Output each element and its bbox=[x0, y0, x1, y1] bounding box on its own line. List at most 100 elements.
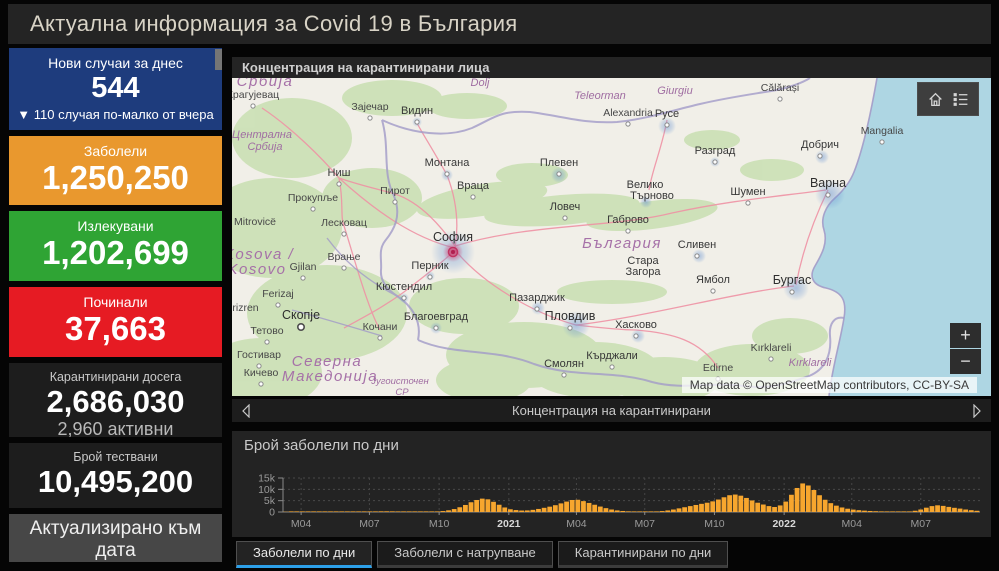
svg-text:Перник: Перник bbox=[411, 260, 448, 272]
svg-text:София: София bbox=[433, 230, 473, 244]
svg-text:10k: 10k bbox=[258, 484, 276, 496]
svg-text:Călărași: Călărași bbox=[761, 82, 800, 94]
map-panel: Концентрация на карантинирани лица Србиј… bbox=[232, 57, 991, 422]
chevron-left-icon[interactable] bbox=[241, 403, 251, 418]
stat-value: 2,686,030 bbox=[46, 383, 185, 419]
legend-icon[interactable] bbox=[952, 91, 969, 108]
chart-bars bbox=[283, 483, 980, 512]
svg-text:Видин: Видин bbox=[401, 105, 433, 117]
svg-text:Кочани: Кочани bbox=[363, 321, 398, 333]
tab-daily-quarantined[interactable]: Карантинирани по дни bbox=[557, 541, 729, 568]
daily-cases-chart-panel: Брой заболели по дни 0 5k 10k 15k M04 M07 M10 2… bbox=[232, 431, 991, 537]
stat-title: Нови случаи за днес bbox=[48, 55, 183, 71]
svg-text:Mitrovicë: Mitrovicë bbox=[234, 216, 276, 228]
svg-text:Врање: Врање bbox=[327, 251, 360, 263]
svg-text:Kırklareli: Kırklareli bbox=[789, 357, 832, 369]
svg-text:Ferizaj: Ferizaj bbox=[262, 288, 294, 300]
svg-text:Прокупље: Прокупље bbox=[288, 192, 338, 204]
map-canvas[interactable]: Србија Крагујевац Зајечар Видин Dolj Teleorma… bbox=[232, 78, 991, 396]
zoom-out-button[interactable]: − bbox=[950, 349, 981, 374]
stat-title: Излекувани bbox=[77, 218, 154, 235]
svg-text:Mangalia: Mangalia bbox=[861, 125, 904, 137]
svg-text:Пловдив: Пловдив bbox=[545, 309, 596, 323]
map-zoom-control: + − bbox=[950, 323, 981, 374]
svg-text:Ловеч: Ловеч bbox=[550, 201, 581, 213]
chart-axes bbox=[278, 477, 980, 515]
svg-text:M10: M10 bbox=[429, 518, 450, 530]
svg-text:Пазарджик: Пазарджик bbox=[509, 292, 565, 304]
svg-text:Гостивар: Гостивар bbox=[237, 349, 281, 361]
chart-tick-labels: 05k10k15k M04 M07 M10 2021 M04 M07 M10 2022 M04 M0… bbox=[258, 473, 931, 531]
svg-text:Кичево: Кичево bbox=[244, 367, 279, 379]
svg-text:Prizren: Prizren bbox=[232, 302, 259, 314]
svg-text:15k: 15k bbox=[258, 473, 276, 485]
tab-daily-cases[interactable]: Заболели по дни bbox=[236, 541, 373, 568]
covid-dashboard: Актуална информация за Covid 19 в Българ… bbox=[0, 0, 999, 571]
svg-text:M04: M04 bbox=[291, 518, 312, 530]
stat-card-updated: Актуализирано към дата 15/09/2022 bbox=[9, 514, 222, 562]
svg-text:Dolj: Dolj bbox=[471, 78, 491, 89]
stat-card-infected: Заболели 1,250,250 bbox=[9, 135, 222, 206]
svg-text:Gjilan: Gjilan bbox=[290, 261, 317, 273]
stat-card-recovered: Излекувани 1,202,699 bbox=[9, 211, 222, 282]
svg-text:СР: СР bbox=[395, 387, 409, 396]
svg-text:M07: M07 bbox=[911, 518, 932, 530]
tab-cumulative-cases[interactable]: Заболели с натрупване bbox=[377, 541, 553, 568]
svg-text:2022: 2022 bbox=[772, 518, 796, 530]
svg-text:Разград: Разград bbox=[695, 145, 736, 157]
stat-card-quarantined: Карантинирани досега 2,686,030 2,960 акт… bbox=[9, 362, 222, 438]
bottom-tabs: Заболели по дни Заболели с натрупване Ка… bbox=[236, 541, 729, 568]
svg-text:2021: 2021 bbox=[497, 518, 521, 530]
stat-card-deaths: Починали 37,663 bbox=[9, 287, 222, 357]
stat-value: 10,495,200 bbox=[37, 464, 194, 500]
svg-text:M04: M04 bbox=[842, 518, 863, 530]
svg-text:M07: M07 bbox=[635, 518, 656, 530]
svg-text:Търново: Търново bbox=[630, 190, 674, 202]
svg-text:Ниш: Ниш bbox=[328, 167, 351, 179]
svg-text:България: България bbox=[582, 235, 662, 252]
svg-text:M07: M07 bbox=[359, 518, 380, 530]
svg-text:Кюстендил: Кюстендил bbox=[376, 281, 432, 293]
stat-value: 544 bbox=[91, 72, 140, 104]
svg-text:Југоисточен: Југоисточен bbox=[370, 376, 429, 387]
svg-text:M10: M10 bbox=[704, 518, 725, 530]
map-toolbar bbox=[917, 82, 979, 116]
home-icon[interactable] bbox=[927, 91, 944, 108]
stat-value: 37,663 bbox=[65, 310, 166, 348]
stat-title: Брой тествани bbox=[73, 450, 158, 465]
svg-text:M04: M04 bbox=[566, 518, 587, 530]
svg-text:Варна: Варна bbox=[810, 176, 846, 190]
sidebar-scrollbar-thumb[interactable] bbox=[215, 49, 222, 70]
stat-delta-text: 110 случая по-малко от вчера bbox=[33, 107, 214, 123]
stat-title: Починали bbox=[83, 294, 148, 311]
svg-text:Монтана: Монтана bbox=[425, 157, 471, 169]
svg-text:Лесковац: Лесковац bbox=[321, 217, 367, 229]
zoom-in-button[interactable]: + bbox=[950, 323, 981, 348]
svg-text:Скопје: Скопје bbox=[282, 308, 320, 322]
chevron-right-icon[interactable] bbox=[972, 403, 982, 418]
svg-text:Бургас: Бургас bbox=[773, 273, 811, 287]
decrease-arrow-icon: ▼ bbox=[17, 107, 31, 123]
svg-text:Враца: Враца bbox=[457, 180, 490, 192]
svg-text:Македонија: Македонија bbox=[282, 368, 378, 385]
stat-card-tested: Брой тествани 10,495,200 bbox=[9, 443, 222, 509]
stat-title: Актуализирано към дата bbox=[29, 518, 202, 562]
map-carousel-bar: Концентрация на карантинирани bbox=[232, 399, 991, 422]
svg-text:Русе: Русе bbox=[655, 108, 679, 120]
page-title: Актуална информация за Covid 19 в Българ… bbox=[30, 11, 518, 36]
svg-text:Ямбол: Ямбол bbox=[696, 274, 730, 286]
chart-canvas: 05k10k15k M04 M07 M10 2021 M04 M07 M10 2022 M04 M0… bbox=[258, 473, 980, 531]
svg-text:Хасково: Хасково bbox=[615, 319, 657, 331]
stats-sidebar: Нови случаи за днес 544 ▼ 110 случая по-… bbox=[9, 48, 222, 562]
svg-text:Крагујевац: Крагујевац bbox=[232, 89, 279, 101]
stat-title: Заболели bbox=[83, 142, 148, 159]
svg-text:Сливен: Сливен bbox=[678, 239, 716, 251]
svg-text:Плевен: Плевен bbox=[540, 157, 578, 169]
svg-text:Благоевград: Благоевград bbox=[404, 311, 469, 323]
stat-card-new-cases: Нови случаи за днес 544 ▼ 110 случая по-… bbox=[9, 48, 222, 130]
carousel-label: Концентрация на карантинирани bbox=[512, 403, 711, 418]
svg-text:Edirne: Edirne bbox=[703, 362, 734, 374]
chart-grid bbox=[283, 477, 980, 512]
svg-text:Габрово: Габрово bbox=[607, 214, 649, 226]
svg-text:Тетово: Тетово bbox=[250, 325, 283, 337]
